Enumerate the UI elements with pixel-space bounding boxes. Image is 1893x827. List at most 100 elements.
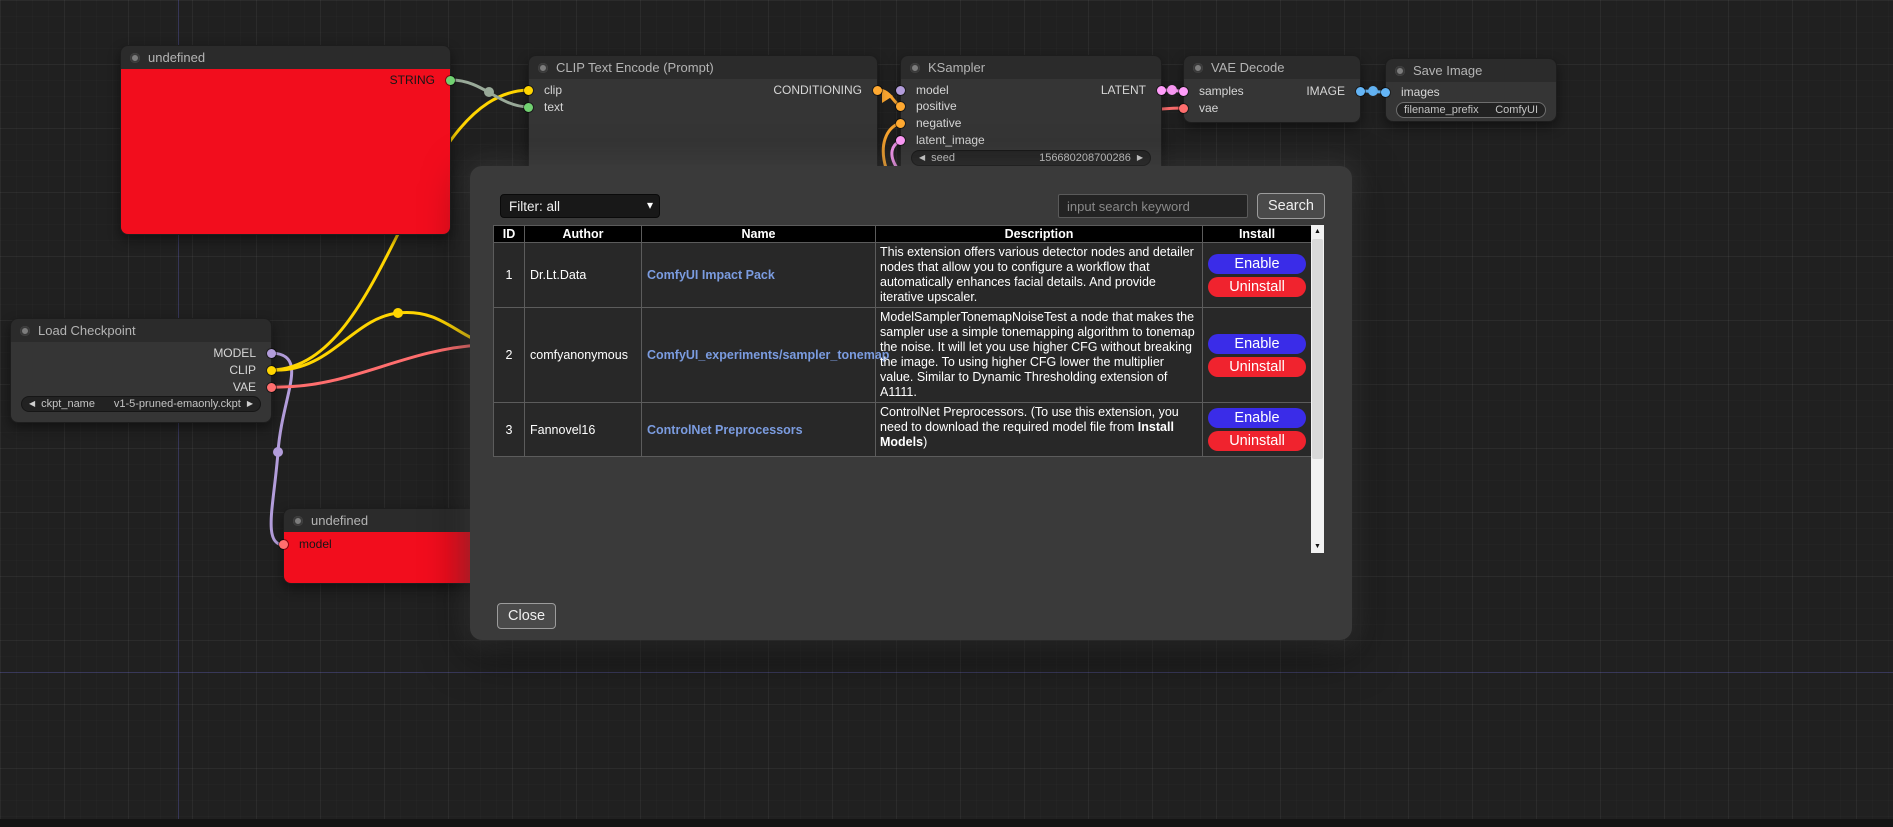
link-midpoint-dot bbox=[1368, 86, 1378, 96]
output-slot-vae[interactable]: VAE bbox=[11, 380, 271, 394]
output-slot-clip[interactable]: CLIP bbox=[11, 363, 271, 377]
slot-dot[interactable] bbox=[446, 76, 455, 85]
header-install: Install bbox=[1203, 226, 1312, 243]
extension-link[interactable]: ComfyUI Impact Pack bbox=[647, 268, 775, 282]
description-text: ControlNet Preprocessors. (To use this e… bbox=[880, 405, 1179, 434]
description-text: ) bbox=[923, 435, 927, 449]
uninstall-button[interactable]: Uninstall bbox=[1208, 357, 1306, 377]
extension-link[interactable]: ComfyUI_experiments/sampler_tonemap bbox=[647, 348, 889, 362]
slot-dot[interactable] bbox=[1381, 88, 1390, 97]
collapse-dot-icon[interactable] bbox=[1395, 66, 1405, 76]
search-button[interactable]: Search bbox=[1257, 193, 1325, 219]
cell-id: 2 bbox=[494, 308, 525, 403]
collapse-dot-icon[interactable] bbox=[130, 53, 140, 63]
output-slot-model[interactable]: MODEL bbox=[11, 346, 271, 360]
slot-label: MODEL bbox=[213, 346, 256, 360]
collapse-dot-icon[interactable] bbox=[20, 326, 30, 336]
output-slot-string[interactable]: STRING bbox=[121, 73, 450, 87]
node-save-image[interactable]: Save Image images filename_prefix ComfyU… bbox=[1385, 58, 1557, 122]
node-undefined-top[interactable]: undefined STRING bbox=[120, 45, 451, 235]
output-slot-image[interactable]: IMAGE bbox=[1184, 84, 1360, 98]
filename-prefix-widget[interactable]: filename_prefix ComfyUI bbox=[1396, 102, 1546, 118]
close-button[interactable]: Close bbox=[497, 603, 556, 629]
node-title: undefined bbox=[311, 513, 368, 528]
scroll-up-icon[interactable]: ▲ bbox=[1311, 225, 1324, 238]
node-body: MODEL CLIP VAE ◀ ckpt_name v1-5-pruned-e… bbox=[10, 342, 272, 423]
custom-nodes-table-wrap: ID Author Name Description Install 1 Dr.… bbox=[493, 225, 1311, 553]
collapse-dot-icon[interactable] bbox=[1193, 63, 1203, 73]
collapse-dot-icon[interactable] bbox=[538, 63, 548, 73]
widget-label: seed bbox=[931, 152, 955, 164]
input-slot-images[interactable]: images bbox=[1386, 85, 1556, 99]
increment-icon[interactable]: ▶ bbox=[1137, 154, 1143, 162]
input-slot-negative[interactable]: negative bbox=[901, 116, 1161, 130]
enable-button[interactable]: Enable bbox=[1208, 408, 1306, 428]
input-slot-latent-image[interactable]: latent_image bbox=[901, 133, 1161, 147]
previous-icon[interactable]: ◀ bbox=[29, 400, 35, 408]
custom-nodes-manager-dialog: Filter: all ▾ Search ID Author Name Desc… bbox=[470, 166, 1352, 640]
output-slot-latent[interactable]: LATENT bbox=[901, 83, 1161, 97]
link-midpoint-dot bbox=[484, 87, 494, 97]
scroll-down-icon[interactable]: ▼ bbox=[1311, 540, 1324, 553]
node-title-bar[interactable]: VAE Decode bbox=[1183, 55, 1361, 79]
filter-dropdown[interactable]: Filter: all bbox=[500, 194, 660, 218]
enable-button[interactable]: Enable bbox=[1208, 334, 1306, 354]
cell-description: ModelSamplerTonemapNoiseTest a node that… bbox=[876, 308, 1203, 403]
node-title-bar[interactable]: Save Image bbox=[1385, 58, 1557, 82]
slot-dot[interactable] bbox=[896, 136, 905, 145]
slot-label: VAE bbox=[233, 380, 256, 394]
widget-value: v1-5-pruned-emaonly.ckpt bbox=[114, 398, 241, 410]
collapse-dot-icon[interactable] bbox=[910, 63, 920, 73]
slot-dot[interactable] bbox=[279, 540, 288, 549]
cell-description: ControlNet Preprocessors. (To use this e… bbox=[876, 403, 1203, 457]
cell-id: 3 bbox=[494, 403, 525, 457]
extension-link[interactable]: ControlNet Preprocessors bbox=[647, 423, 803, 437]
widget-value: ComfyUI bbox=[1495, 104, 1538, 116]
link-direction-arrow bbox=[882, 89, 893, 103]
cell-install: Enable Uninstall bbox=[1203, 308, 1312, 403]
slot-dot[interactable] bbox=[873, 86, 882, 95]
header-id: ID bbox=[494, 226, 525, 243]
table-scrollbar[interactable]: ▲ ▼ bbox=[1311, 225, 1324, 553]
node-title-bar[interactable]: KSampler bbox=[900, 55, 1162, 79]
link-midpoint-dot bbox=[393, 308, 403, 318]
header-author: Author bbox=[525, 226, 642, 243]
input-slot-text[interactable]: text bbox=[529, 100, 877, 114]
slot-label: model bbox=[299, 537, 332, 551]
node-body: images filename_prefix ComfyUI bbox=[1385, 82, 1557, 122]
uninstall-button[interactable]: Uninstall bbox=[1208, 431, 1306, 451]
collapse-dot-icon[interactable] bbox=[293, 516, 303, 526]
slot-dot[interactable] bbox=[267, 366, 276, 375]
slot-dot[interactable] bbox=[1157, 86, 1166, 95]
slot-dot[interactable] bbox=[524, 103, 533, 112]
slot-dot[interactable] bbox=[896, 102, 905, 111]
uninstall-button[interactable]: Uninstall bbox=[1208, 277, 1306, 297]
slot-dot[interactable] bbox=[1356, 87, 1365, 96]
slot-label: CONDITIONING bbox=[773, 83, 862, 97]
slot-dot[interactable] bbox=[267, 349, 276, 358]
slot-label: CLIP bbox=[229, 363, 256, 377]
input-slot-vae[interactable]: vae bbox=[1184, 101, 1360, 115]
slot-dot[interactable] bbox=[896, 119, 905, 128]
node-title-bar[interactable]: Load Checkpoint bbox=[10, 318, 272, 342]
next-icon[interactable]: ▶ bbox=[247, 400, 253, 408]
slot-dot[interactable] bbox=[267, 383, 276, 392]
decrement-icon[interactable]: ◀ bbox=[919, 154, 925, 162]
table-row: 2 comfyanonymous ComfyUI_experiments/sam… bbox=[494, 308, 1312, 403]
ckpt-name-widget[interactable]: ◀ ckpt_name v1-5-pruned-emaonly.ckpt ▶ bbox=[21, 396, 261, 412]
node-load-checkpoint[interactable]: Load Checkpoint MODEL CLIP VAE ◀ ckpt_na… bbox=[10, 318, 272, 423]
node-title-bar[interactable]: undefined bbox=[120, 45, 451, 69]
node-title: CLIP Text Encode (Prompt) bbox=[556, 60, 714, 75]
node-body: STRING bbox=[120, 69, 451, 235]
cell-author: Dr.Lt.Data bbox=[525, 243, 642, 308]
node-title: VAE Decode bbox=[1211, 60, 1284, 75]
output-slot-conditioning[interactable]: CONDITIONING bbox=[529, 83, 877, 97]
node-vae-decode[interactable]: VAE Decode samples vae IMAGE bbox=[1183, 55, 1361, 123]
slot-dot[interactable] bbox=[1179, 104, 1188, 113]
node-title-bar[interactable]: CLIP Text Encode (Prompt) bbox=[528, 55, 878, 79]
enable-button[interactable]: Enable bbox=[1208, 254, 1306, 274]
seed-widget[interactable]: ◀ seed 156680208700286 ▶ bbox=[911, 150, 1151, 166]
input-slot-positive[interactable]: positive bbox=[901, 99, 1161, 113]
scrollbar-thumb[interactable] bbox=[1312, 239, 1323, 459]
search-input[interactable] bbox=[1058, 194, 1248, 218]
